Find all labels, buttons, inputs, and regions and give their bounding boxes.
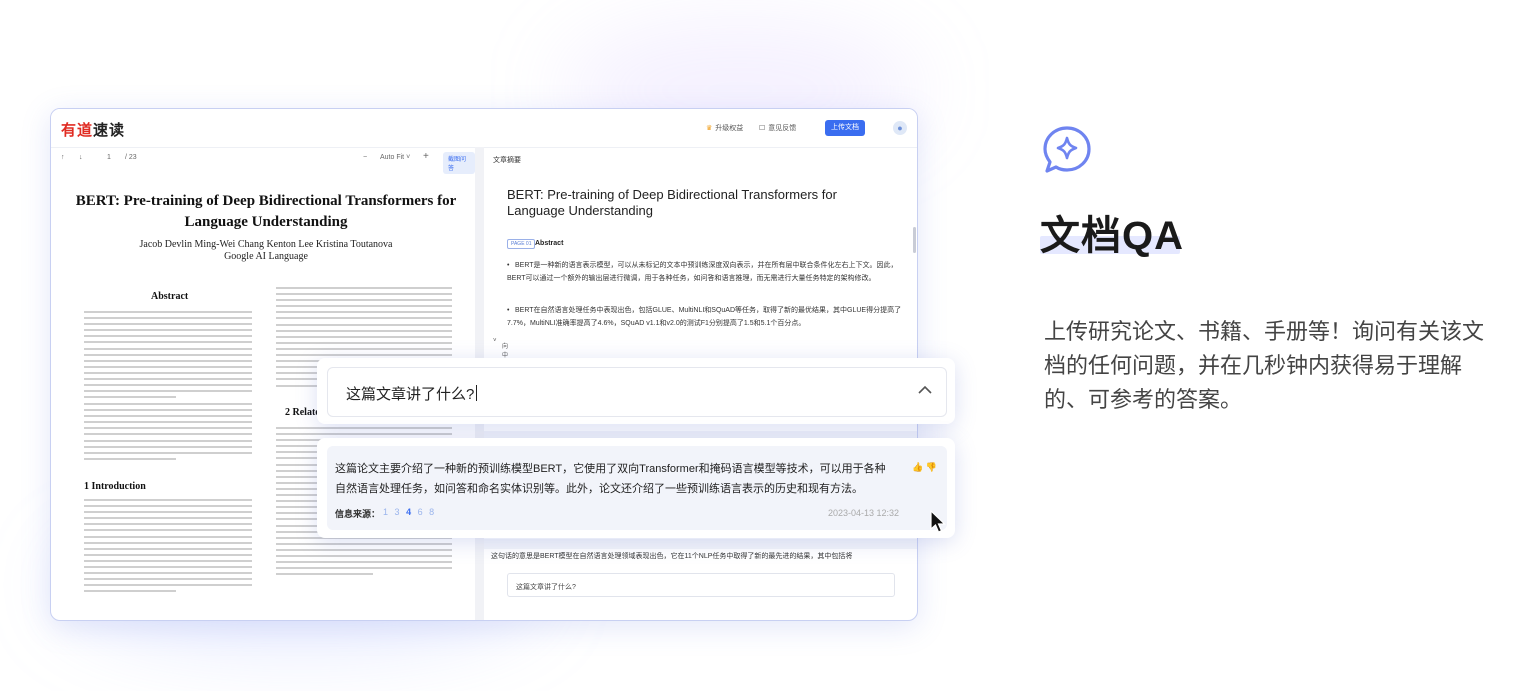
zoom-out-icon[interactable]: − [363, 154, 367, 161]
summary-bullet: • BERT是一种新的语言表示模型，可以从未标记的文本中预训练深度双向表示，并在所… [507, 262, 898, 282]
crown-icon: ♛ [706, 125, 713, 132]
source-link[interactable]: 3 [395, 507, 400, 517]
answer-text: 这篇论文主要介绍了一种新的预训练模型BERT，它使用了双向Transformer… [335, 463, 886, 495]
abstract-label: Abstract [535, 240, 564, 247]
feature-title: 文档QA [1040, 214, 1184, 258]
summary-bullet: • BERT在自然语言处理任务中表现出色，包括GLUE、MultiNLI和SQuA… [507, 307, 902, 327]
feature-description: 上传研究论文、书籍、手册等！询问有关该文档的任何问题，并在几秒钟内获得易于理解的… [1044, 319, 1485, 412]
summary-title: BERT: Pre-training of Deep Bidirectional… [507, 187, 837, 218]
app-logo[interactable]: 有道速读 [61, 119, 125, 140]
summary-header: 文章摘要 [493, 157, 521, 164]
thumbs-down-icon[interactable]: 👎 [926, 462, 937, 472]
pdf-toolbar: ↑ ↓ 1 / 23 − Auto Fit ˅ + 截图问答 [51, 147, 475, 174]
question-card: 这篇文章讲了什么? [317, 358, 955, 424]
paper-text-block [84, 499, 252, 597]
upload-document-button[interactable]: 上传文档 [825, 120, 865, 136]
feedback-button[interactable]: ☐ 意见反馈 [759, 123, 796, 133]
paper-text-block [84, 311, 252, 402]
paper-authors: Jacob Devlin Ming-Wei Chang Kenton Lee K… [139, 239, 393, 262]
background-answer-text: 这句话的意思是BERT模型在自然语言处理领域表现出色，它在11个NLP任务中取得… [491, 553, 853, 560]
page-up-icon[interactable]: ↑ [61, 154, 65, 161]
zoom-in-icon[interactable]: + [423, 151, 429, 162]
top-bar: 有道速读 ♛ 升级权益 ☐ 意见反馈 上传文档 ● [51, 109, 917, 148]
feedback-icon: ☐ [759, 125, 766, 132]
chat-message-background [484, 539, 917, 549]
abstract-heading: Abstract [151, 291, 189, 302]
answer-card: 这篇论文主要介绍了一种新的预训练模型BERT，它使用了双向Transformer… [317, 438, 955, 538]
summary-scrollbar[interactable] [913, 227, 916, 253]
page-tag[interactable]: PAGE 01 [507, 239, 536, 249]
upgrade-button[interactable]: ♛ 升级权益 [706, 123, 743, 133]
chat-sparkle-icon [1043, 126, 1091, 173]
zoom-select[interactable]: Auto Fit ˅ [380, 154, 410, 161]
answer-bubble: 这篇论文主要介绍了一种新的预训练模型BERT，它使用了双向Transformer… [327, 446, 947, 530]
paper-text-block [84, 403, 252, 464]
question-text: 这篇文章讲了什么? [346, 383, 478, 404]
answer-feedback: 👍 👎 [912, 462, 937, 473]
chat-input-background[interactable]: 这篇文章讲了什么? [507, 573, 895, 597]
source-link[interactable]: 8 [429, 507, 434, 517]
source-link[interactable]: 6 [418, 507, 423, 517]
chat-header[interactable]: 向中文问答 ˅ [484, 335, 917, 386]
page-total: / 23 [125, 154, 137, 161]
introduction-heading: 1 Introduction [84, 481, 146, 492]
mouse-cursor-icon [930, 510, 946, 533]
source-link[interactable]: 1 [383, 507, 388, 517]
thumbs-up-icon[interactable]: 👍 [912, 462, 923, 472]
question-input[interactable]: 这篇文章讲了什么? [327, 367, 947, 417]
user-avatar[interactable]: ● [893, 121, 907, 135]
paper-title: BERT: Pre-training of Deep Bidirectional… [75, 193, 457, 230]
answer-timestamp: 2023-04-13 12:32 [827, 508, 899, 518]
text-caret [476, 385, 478, 401]
source-links: 1 3 4 6 8 [383, 507, 438, 517]
page-number-input[interactable]: 1 [107, 154, 111, 161]
source-link[interactable]: 4 [406, 507, 411, 517]
page-down-icon[interactable]: ↓ [79, 154, 83, 161]
sources-label: 信息来源： [335, 509, 381, 519]
chevron-up-icon[interactable] [918, 382, 932, 398]
